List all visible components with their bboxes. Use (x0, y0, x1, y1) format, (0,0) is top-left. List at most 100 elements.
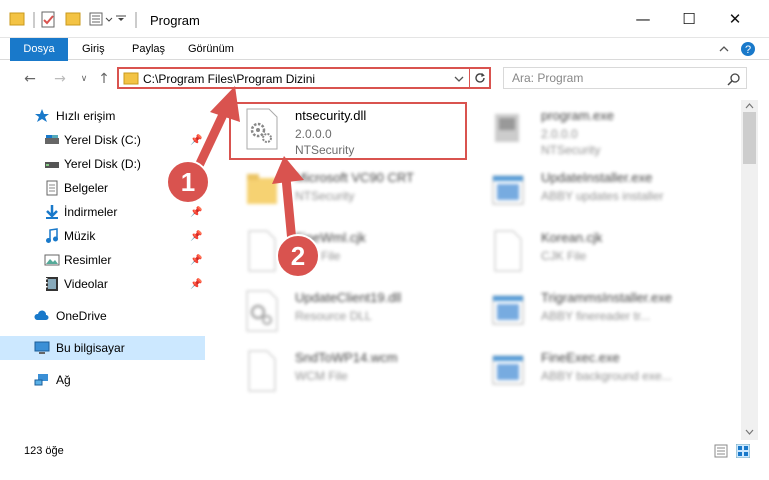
recent-chevron-icon[interactable]: ∨ (74, 69, 94, 89)
ribbon: Dosya Giriş Paylaş Görünüm ? (0, 38, 769, 94)
pin-icon: 📌 (190, 206, 203, 218)
search-placeholder: Ara: Program (512, 71, 584, 85)
network-icon (34, 374, 48, 386)
sidebar-item-music[interactable]: Müzik 📌 (0, 224, 205, 248)
sidebar-item-label: Resimler (64, 253, 112, 267)
refresh-icon[interactable] (473, 71, 487, 85)
file-item[interactable]: TrigrammsInstaller.exe ABBY finereader t… (477, 286, 717, 342)
back-arrow-icon[interactable]: ← (20, 69, 40, 89)
sidebar-item-label: Yerel Disk (C:) (64, 133, 141, 147)
title-bar: Program — ☐ ✕ (0, 0, 769, 38)
sidebar-item-label: Belgeler (64, 181, 109, 195)
file-name: TrigrammsInstaller.exe (541, 290, 672, 305)
pictures-icon (44, 254, 60, 266)
file-description: CJK File (541, 249, 587, 263)
file-description: Resource DLL (295, 309, 372, 323)
minimize-button[interactable]: — (620, 0, 666, 38)
tab-home[interactable]: Giriş (70, 38, 117, 60)
file-item[interactable]: UpdateInstaller.exe ABBY updates install… (477, 166, 717, 222)
sidebar-item-local-disk-c[interactable]: Yerel Disk (C:) 📌 (0, 128, 205, 152)
file-icon (248, 350, 276, 392)
status-bar: 123 öğe (0, 440, 769, 462)
minimize-icon: — (635, 10, 651, 28)
file-item[interactable]: program.exe 2.0.0.0 NTSecurity (477, 104, 717, 160)
tab-share[interactable]: Paylaş (120, 38, 177, 60)
navigation-pane: Hızlı erişim Yerel Disk (C:) 📌 Yerel Dis… (0, 100, 205, 430)
help-icon[interactable]: ? (740, 41, 756, 57)
close-icon: ✕ (728, 10, 742, 28)
sidebar-item-network[interactable]: Ağ (0, 368, 205, 392)
pin-icon: 📌 (190, 254, 203, 266)
sidebar-item-downloads[interactable]: İndirmeler 📌 (0, 200, 205, 224)
scroll-up-icon[interactable] (745, 102, 754, 110)
file-item[interactable]: SndToWP14.wcm WCM File (231, 346, 471, 402)
sidebar-item-label: Hızlı erişim (56, 109, 116, 123)
sidebar-item-videos[interactable]: Videolar 📌 (0, 272, 205, 296)
step-badge-1: 1 (166, 160, 210, 204)
cloud-icon (34, 310, 49, 320)
details-view-icon[interactable] (714, 444, 728, 458)
sidebar-item-onedrive[interactable]: OneDrive (0, 304, 205, 328)
scrollbar-thumb[interactable] (743, 112, 756, 164)
videos-icon (46, 277, 58, 291)
quick-access-toolbar[interactable] (8, 10, 138, 30)
window-exe-icon (492, 175, 524, 205)
close-button[interactable]: ✕ (712, 0, 758, 38)
file-name: UpdateClient19.dll (295, 290, 402, 305)
exe-icon (495, 114, 519, 142)
file-item[interactable]: UpdateClient19.dll Resource DLL (231, 286, 471, 342)
sidebar-item-label: Yerel Disk (D:) (64, 157, 141, 171)
download-icon (46, 205, 58, 219)
folder-icon (123, 72, 139, 85)
file-item[interactable]: FineWml.cjk CJK File (231, 226, 471, 282)
file-name: program.exe (541, 108, 614, 123)
maximize-icon: ☐ (682, 10, 696, 28)
pin-icon: 📌 (190, 230, 203, 242)
file-description: WCM File (295, 369, 348, 383)
step-badge-2: 2 (276, 234, 320, 278)
sidebar-item-label: Bu bilgisayar (56, 341, 125, 355)
file-name: UpdateInstaller.exe (541, 170, 653, 185)
highlight-box (229, 102, 467, 160)
file-name: FineExec.exe (541, 350, 620, 365)
file-description: ABBY background exe... (541, 369, 672, 383)
sidebar-item-label: İndirmeler (64, 205, 118, 219)
expand-ribbon-icon[interactable] (718, 43, 730, 55)
sidebar-item-this-pc[interactable]: Bu bilgisayar (0, 336, 205, 360)
sidebar-item-quick-access[interactable]: Hızlı erişim (0, 104, 205, 128)
sidebar-item-pictures[interactable]: Resimler 📌 (0, 248, 205, 272)
sidebar-item-label: Müzik (64, 229, 96, 243)
file-name: SndToWP14.wcm (295, 350, 398, 365)
file-description: ABBY finereader tr... (541, 309, 651, 323)
up-arrow-icon[interactable]: ↑ (94, 69, 114, 89)
search-input[interactable]: Ara: Program (503, 67, 747, 89)
window-exe-icon (492, 295, 524, 325)
dll-gear-icon (246, 290, 278, 332)
tab-view[interactable]: Görünüm (176, 38, 246, 60)
address-bar[interactable]: C:\Program Files\Program Dizini (117, 67, 491, 89)
forward-arrow-icon[interactable]: → (50, 69, 70, 89)
drive-icon (45, 135, 59, 144)
file-item[interactable]: FineExec.exe ABBY background exe... (477, 346, 717, 402)
drive-icon (45, 162, 59, 168)
file-item[interactable]: Microsoft VC90 CRT NTSecurity (231, 166, 471, 222)
svg-text:?: ? (745, 44, 751, 56)
large-icons-view-icon[interactable] (736, 444, 750, 458)
file-icon (494, 230, 522, 272)
maximize-button[interactable]: ☐ (666, 0, 712, 38)
documents-icon (46, 180, 58, 196)
search-icon[interactable] (727, 72, 741, 86)
file-item[interactable]: Korean.cjk CJK File (477, 226, 717, 282)
window-title: Program (150, 13, 200, 28)
vertical-scrollbar[interactable] (741, 100, 758, 440)
computer-icon (34, 341, 50, 354)
window-exe-icon (492, 355, 524, 385)
file-description: ABBY updates installer (541, 189, 664, 203)
sidebar-item-label: OneDrive (56, 309, 107, 323)
item-count: 123 öğe (24, 445, 64, 457)
music-icon (46, 228, 58, 243)
chevron-down-icon[interactable] (453, 73, 465, 85)
scroll-down-icon[interactable] (745, 428, 754, 436)
file-description: NTSecurity (541, 143, 601, 157)
sidebar-item-label: Videolar (64, 277, 108, 291)
